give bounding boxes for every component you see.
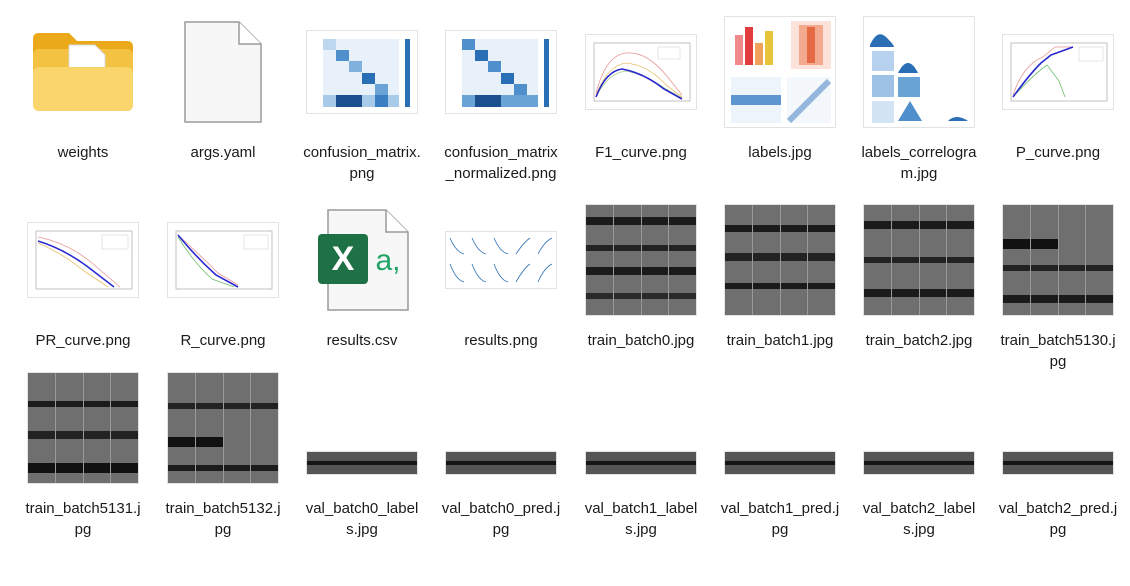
file-name: val_batch2_labels.jpg [862, 500, 976, 538]
file-name: val_batch2_pred.jpg [998, 500, 1118, 538]
file-name: train_batch0.jpg [587, 332, 695, 349]
csv-suffix: a, [375, 244, 400, 277]
file-name: train_batch5132.jpg [165, 500, 281, 538]
blank-file-icon [163, 14, 283, 129]
file-name: train_batch5131.jpg [25, 500, 141, 538]
file-name: P_curve.png [1015, 144, 1101, 161]
file-name: train_batch1.jpg [726, 332, 834, 349]
file-name: confusion_matrix_normalized.png [444, 144, 558, 182]
file-name: weights [57, 144, 109, 161]
file-name: labels.jpg [748, 144, 812, 161]
val-batch-thumbnail [720, 370, 840, 485]
confusion-matrix-thumbnail [302, 14, 422, 129]
file-name: results.csv [326, 332, 398, 349]
f1-curve-thumbnail [581, 14, 701, 129]
val-batch-thumbnail [998, 370, 1118, 485]
labels-thumbnail [720, 14, 840, 129]
file-name: results.png [464, 332, 538, 349]
file-name: val_batch1_pred.jpg [720, 500, 840, 538]
file-name: val_batch0_labels.jpg [305, 500, 419, 538]
val-batch-thumbnail [302, 370, 422, 485]
train-batch-thumbnail [720, 202, 840, 317]
val-batch-thumbnail [581, 370, 701, 485]
val-batch-thumbnail [441, 370, 561, 485]
file-name: confusion_matrix.png [303, 144, 421, 182]
train-batch-thumbnail [581, 202, 701, 317]
file-name: val_batch0_pred.jpg [441, 500, 561, 538]
folder-icon [23, 14, 143, 129]
results-thumbnail [441, 202, 561, 317]
train-batch-thumbnail [859, 202, 979, 317]
val-batch-thumbnail [859, 370, 979, 485]
file-grid: weights args.yaml confusion_matrix.png c… [0, 0, 1130, 586]
train-batch-thumbnail [163, 370, 283, 485]
file-name: labels_correlogram.jpg [861, 144, 977, 182]
pr-curve-thumbnail [23, 202, 143, 317]
confusion-matrix-normalized-thumbnail [441, 14, 561, 129]
train-batch-thumbnail [23, 370, 143, 485]
r-curve-thumbnail [163, 202, 283, 317]
file-name: F1_curve.png [595, 144, 687, 161]
file-name: train_batch2.jpg [865, 332, 973, 349]
file-name: PR_curve.png [35, 332, 131, 349]
file-name: val_batch1_labels.jpg [584, 500, 698, 538]
train-batch-thumbnail [998, 202, 1118, 317]
labels-correlogram-thumbnail [859, 14, 979, 129]
file-name: args.yaml [190, 144, 256, 161]
file-name: R_curve.png [180, 332, 266, 349]
p-curve-thumbnail [998, 14, 1118, 129]
excel-letter: X [332, 240, 355, 278]
excel-csv-icon: X a, [302, 202, 422, 317]
file-name: train_batch5130.jpg [1000, 332, 1116, 370]
